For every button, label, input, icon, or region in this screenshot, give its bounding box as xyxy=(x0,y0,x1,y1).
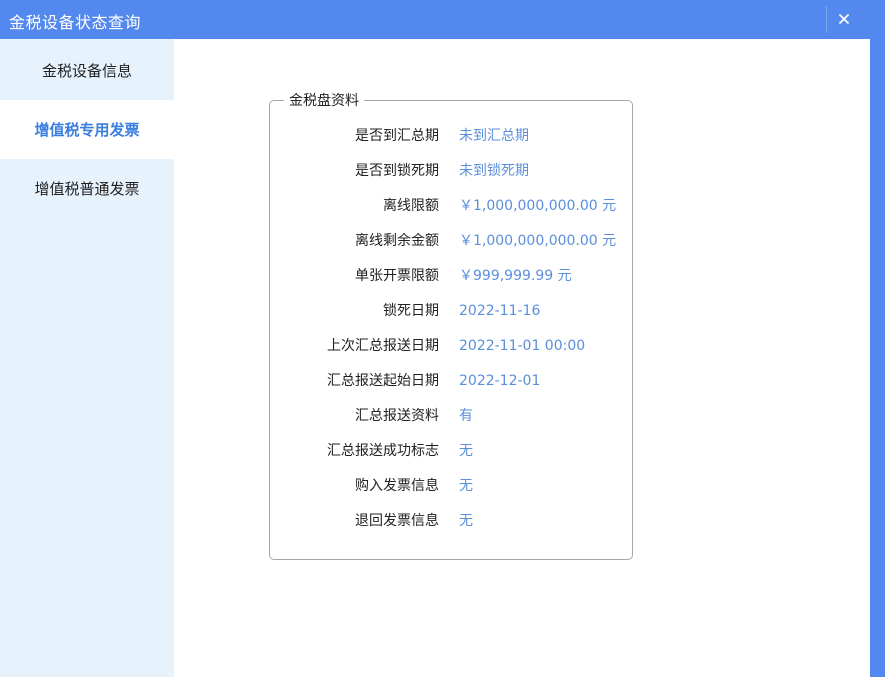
row-value: 有 xyxy=(459,408,473,424)
row-value: 未到汇总期 xyxy=(459,128,529,144)
info-row: 锁死日期 2022-11-16 xyxy=(270,301,632,321)
row-value: 无 xyxy=(459,478,473,494)
row-label: 离线限额 xyxy=(383,198,439,214)
info-row: 离线剩余金额 ￥1,000,000,000.00 元 xyxy=(270,231,632,251)
info-row: 单张开票限额 ￥999,999.99 元 xyxy=(270,266,632,286)
main-content: 金税盘资料 是否到汇总期 未到汇总期 是否到锁死期 未到锁死期 离线限额 ￥1,… xyxy=(174,39,870,677)
row-label: 汇总报送起始日期 xyxy=(327,373,439,389)
row-value: ￥999,999.99 元 xyxy=(459,268,572,284)
row-label: 上次汇总报送日期 xyxy=(327,338,439,354)
sidebar: 金税设备信息 增值税专用发票 增值税普通发票 xyxy=(0,39,174,677)
tax-disk-info-group: 金税盘资料 是否到汇总期 未到汇总期 是否到锁死期 未到锁死期 离线限额 ￥1,… xyxy=(269,92,633,560)
info-row: 是否到锁死期 未到锁死期 xyxy=(270,161,632,181)
info-row: 是否到汇总期 未到汇总期 xyxy=(270,126,632,146)
group-legend: 金税盘资料 xyxy=(284,92,364,110)
sidebar-item-label: 增值税普通发票 xyxy=(34,180,140,198)
row-label: 是否到汇总期 xyxy=(355,128,439,144)
row-value: 2022-12-01 xyxy=(459,373,541,389)
sidebar-item-label: 金税设备信息 xyxy=(41,62,132,80)
sidebar-item-special-invoice[interactable]: 增值税专用发票 xyxy=(0,100,174,159)
row-value: 未到锁死期 xyxy=(459,163,529,179)
info-row: 退回发票信息 无 xyxy=(270,511,632,531)
info-row: 汇总报送资料 有 xyxy=(270,406,632,426)
row-label: 是否到锁死期 xyxy=(355,163,439,179)
row-label: 汇总报送资料 xyxy=(355,408,439,424)
row-label: 购入发票信息 xyxy=(355,478,439,494)
row-label: 离线剩余金额 xyxy=(355,233,439,249)
row-value: ￥1,000,000,000.00 元 xyxy=(459,233,617,249)
info-row: 离线限额 ￥1,000,000,000.00 元 xyxy=(270,196,632,216)
info-row: 汇总报送起始日期 2022-12-01 xyxy=(270,371,632,391)
row-value: 无 xyxy=(459,443,473,459)
sidebar-item-label: 增值税专用发票 xyxy=(34,121,140,139)
info-row: 上次汇总报送日期 2022-11-01 00:00 xyxy=(270,336,632,356)
info-row: 购入发票信息 无 xyxy=(270,476,632,496)
row-label: 单张开票限额 xyxy=(355,268,439,284)
close-icon xyxy=(838,13,850,25)
sidebar-item-device-info[interactable]: 金税设备信息 xyxy=(0,41,174,100)
window-title: 金税设备状态查询 xyxy=(9,13,142,32)
close-button[interactable] xyxy=(830,6,858,32)
window-right-border xyxy=(870,39,885,677)
row-label: 锁死日期 xyxy=(383,303,439,319)
row-value: 2022-11-01 00:00 xyxy=(459,338,586,354)
row-label: 汇总报送成功标志 xyxy=(327,443,439,459)
row-value: 2022-11-16 xyxy=(459,303,541,319)
row-value: ￥1,000,000,000.00 元 xyxy=(459,198,617,214)
row-value: 无 xyxy=(459,513,473,529)
title-bar: 金税设备状态查询 xyxy=(0,0,885,39)
info-row: 汇总报送成功标志 无 xyxy=(270,441,632,461)
sidebar-item-ordinary-invoice[interactable]: 增值税普通发票 xyxy=(0,159,174,218)
title-separator xyxy=(826,6,827,33)
row-label: 退回发票信息 xyxy=(355,513,439,529)
